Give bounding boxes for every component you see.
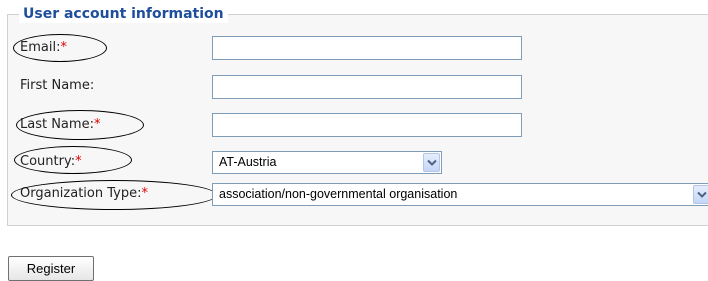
country-label-text: Country:: [20, 154, 76, 169]
country-select[interactable]: AT-Austria: [212, 151, 442, 174]
fieldset-legend: User account information: [19, 5, 228, 23]
required-marker: *: [60, 40, 67, 55]
register-button[interactable]: Register: [8, 256, 94, 281]
organization-type-select[interactable]: association/non-governmental organisatio…: [212, 183, 708, 206]
required-marker: *: [75, 154, 82, 169]
organization-type-label-text: Organization Type:: [20, 186, 142, 201]
country-label: Country:*: [20, 154, 82, 170]
chevron-down-icon[interactable]: [423, 153, 440, 172]
organization-type-selected-value: association/non-governmental organisatio…: [219, 187, 458, 201]
chevron-down-icon[interactable]: [693, 185, 708, 204]
required-marker: *: [141, 186, 148, 201]
last-name-label: Last Name:*: [20, 117, 100, 133]
first-name-field[interactable]: [212, 75, 522, 99]
last-name-field[interactable]: [212, 113, 522, 137]
organization-type-label: Organization Type:*: [20, 186, 148, 202]
first-name-label: First Name:: [20, 78, 95, 93]
country-selected-value: AT-Austria: [219, 155, 277, 169]
required-marker: *: [93, 117, 101, 132]
email-label-text: Email:: [20, 40, 61, 55]
email-field[interactable]: [212, 36, 522, 60]
last-name-label-text: Last Name:: [20, 117, 94, 132]
email-label: Email:*: [20, 40, 67, 56]
